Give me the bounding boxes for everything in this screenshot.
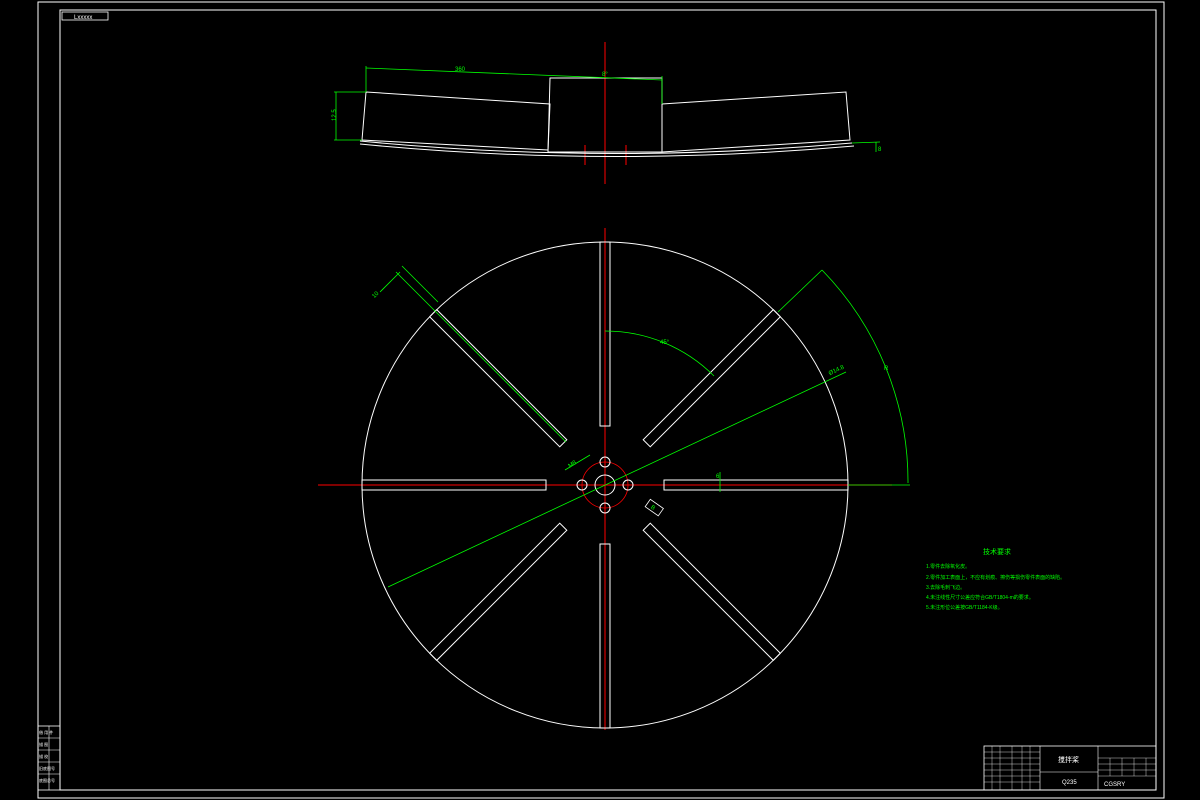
radius-dimension-text: R (884, 366, 889, 372)
center-dimension-text: 6 (716, 474, 720, 480)
side-table-row: 底图总号 (39, 777, 55, 783)
radius-arc (821, 269, 909, 484)
tech-req-item: 4.未注线性尺寸公差应符合GB/T1804-m的要求。 (926, 594, 1034, 601)
corner-label: Lxxxxx (74, 15, 92, 21)
angle-dimension-text: 8° (602, 72, 608, 78)
tech-req-item: 2.零件加工表面上，不应有划痕、擦伤等损伤零件表面的缺陷。 (926, 574, 1065, 581)
blade-width-leader (379, 271, 401, 293)
plan-view: 45° Ø14.8 R 10 6 M8 B (318, 228, 910, 730)
blade-width-ext-1 (395, 271, 567, 443)
base-curve-inner (359, 143, 855, 158)
blade-slot-bottom-right (642, 522, 782, 662)
angle-arc (604, 330, 715, 377)
left-blade-profile (361, 91, 551, 151)
height-dimension-text: 12.5 (332, 109, 338, 121)
side-table-row: 描 校 (39, 753, 48, 759)
left-side-table: 借 用 件 描 图 描 校 旧底图号 底图总号 (37, 725, 61, 791)
blade-width-ext-2 (401, 265, 439, 303)
corner-label-box: Lxxxxx (61, 11, 109, 21)
hole-diameter-text: Ø14.8 (828, 364, 846, 377)
side-table-row: 描 图 (39, 741, 48, 747)
angle-dimension-text: 45° (660, 340, 670, 346)
material: Q235 (1062, 780, 1077, 786)
inner-frame (59, 9, 1157, 791)
blade-slot-bottom-left (428, 522, 568, 662)
side-table-row: 借 用 件 (39, 729, 53, 735)
drawing-number: CGSRY (1104, 782, 1125, 788)
technical-requirements: 技术要求 1.零件去除氧化皮。 2.零件加工表面上，不应有划痕、擦伤等损伤零件表… (926, 547, 1065, 611)
thickness-dimension-text: 8 (878, 147, 882, 153)
slot-label: B (644, 498, 664, 517)
title-block: 搅拌桨 Q235 CGSRY (983, 745, 1157, 791)
outer-frame (37, 1, 1165, 799)
side-table-row: 旧底图号 (39, 765, 55, 771)
slot-label-text: B (649, 505, 656, 512)
tech-req-item: 1.零件去除氧化皮。 (926, 563, 970, 570)
blade-width-text: 10 (371, 290, 380, 299)
hub-dimension-text: M8 (568, 459, 579, 469)
part-name: 搅拌桨 (1058, 755, 1079, 764)
tech-req-item: 3.去除毛刺飞边。 (926, 584, 965, 591)
blade-slot-top-left (428, 308, 568, 448)
cad-drawing: Lxxxxx 360 8° 12.5 8 45° Ø14.8 R 10 6 M8… (37, 1, 1165, 799)
tech-req-item: 5.未注形位公差按GB/T1184-K级。 (926, 604, 1003, 611)
length-dimension-line (365, 67, 663, 81)
blade-slot-top-right (642, 308, 782, 448)
tech-req-title: 技术要求 (983, 547, 1011, 556)
right-blade-profile (661, 91, 851, 153)
radius-ext-top (777, 269, 823, 313)
elevation-view: 360 8° 12.5 8 (332, 42, 882, 184)
length-dimension-text: 360 (455, 67, 466, 73)
